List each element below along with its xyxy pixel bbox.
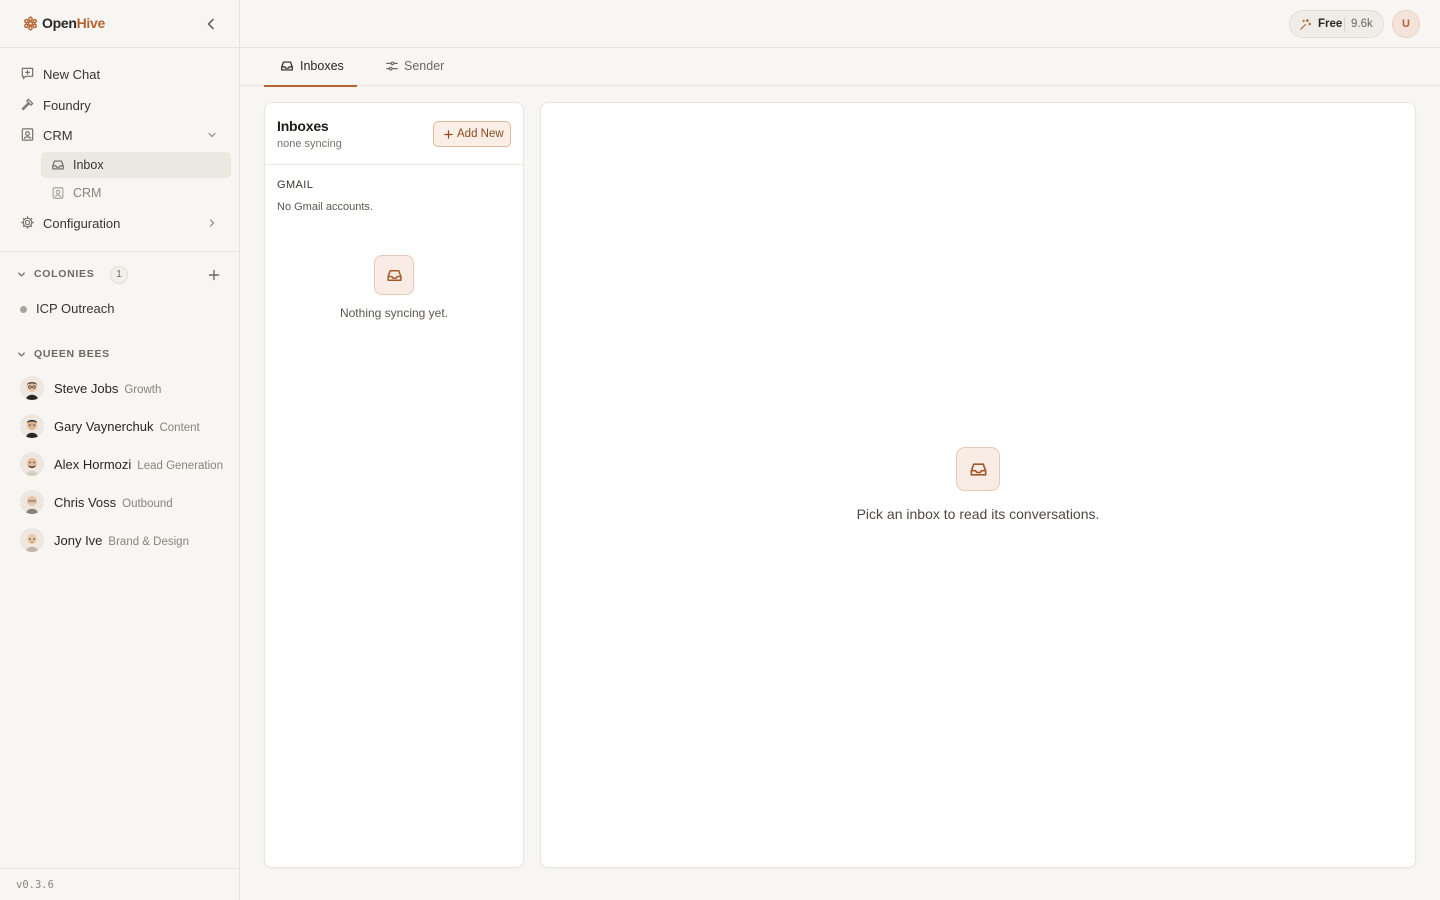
user-avatar[interactable]: U (1392, 10, 1420, 38)
conversation-reader-panel: Pick an inbox to read its conversations. (540, 102, 1416, 868)
collapse-sidebar-icon[interactable] (203, 16, 219, 32)
queen-bee-item[interactable]: Alex Hormozi Lead Generation (12, 450, 228, 480)
reader-empty-message: Pick an inbox to read its conversations. (856, 506, 1100, 522)
nav-configuration[interactable]: Configuration (12, 209, 228, 237)
queen-bees-section-header[interactable]: QUEEN BEES (16, 346, 226, 364)
inboxes-panel: Inboxes none syncing Add New GMAIL No Gm… (264, 102, 524, 868)
colony-item-label: ICP Outreach (36, 301, 115, 316)
queen-bee-item[interactable]: Chris Voss Outbound (12, 488, 228, 518)
chevron-right-icon (209, 219, 215, 227)
chevron-down-icon[interactable] (16, 349, 27, 360)
tab-bar: Inboxes Sender (240, 48, 1440, 87)
sidebar-item-inbox[interactable]: Inbox (41, 152, 231, 178)
queen-bee-name-text: Chris Voss (54, 495, 117, 510)
nav-new-chat[interactable]: New Chat (12, 60, 228, 88)
avatar (20, 376, 44, 400)
colonies-section-header[interactable]: COLONIES 1 (16, 266, 226, 284)
sidebar-item-crm[interactable]: CRM (41, 180, 231, 206)
tab-sender-label: Sender (404, 59, 445, 73)
sidebar: OpenHive New Chat Foundry CRM Inbox CRM … (0, 0, 240, 900)
colony-item[interactable]: ICP Outreach (12, 297, 228, 321)
nav-foundry[interactable]: Foundry (12, 91, 228, 119)
queen-bee-name: Chris Voss Outbound (54, 495, 173, 510)
gear-icon (21, 216, 34, 229)
nav-configuration-label: Configuration (43, 216, 121, 231)
queen-bee-role: Content (159, 422, 200, 434)
brand-name-part2: Hive (76, 15, 106, 31)
queen-bee-name: Jony Ive Brand & Design (54, 533, 189, 548)
avatar (20, 452, 44, 476)
inboxes-title: Inboxes (277, 118, 329, 134)
queen-bees-title: QUEEN BEES (34, 348, 110, 360)
provider-empty-message: No Gmail accounts. (277, 201, 373, 213)
reader-empty-illustration (956, 447, 1000, 491)
nav-foundry-label: Foundry (43, 98, 91, 113)
inbox-icon (281, 61, 293, 71)
avatar (20, 414, 44, 438)
inbox-icon (52, 160, 64, 170)
colonies-title: COLONIES (34, 268, 95, 280)
sidebar-divider (0, 251, 239, 252)
tab-inboxes-label: Inboxes (300, 59, 344, 73)
queen-bee-role: Growth (124, 384, 162, 396)
queen-bee-name: Gary Vaynerchuk Content (54, 419, 200, 434)
brand-header: OpenHive (0, 0, 239, 48)
tab-inboxes[interactable]: Inboxes (264, 48, 357, 87)
colonies-count-badge: 1 (110, 266, 128, 284)
version-footer: v0.3.6 (0, 868, 239, 900)
top-bar: Free 9.6k U (240, 0, 1440, 48)
queen-bee-name-text: Gary Vaynerchuk (54, 419, 154, 434)
plus-icon (444, 130, 453, 139)
sliders-icon (386, 61, 398, 71)
nav-new-chat-label: New Chat (43, 67, 101, 82)
brand-name-part1: Open (42, 15, 77, 31)
add-new-button[interactable]: Add New (433, 121, 511, 147)
nav-crm[interactable]: CRM (12, 121, 228, 149)
hammer-icon (21, 98, 34, 111)
queen-bee-item[interactable]: Jony Ive Brand & Design (12, 526, 228, 556)
chevron-down-icon (208, 132, 216, 138)
empty-state-message: Nothing syncing yet. (339, 306, 449, 320)
colony-status-dot (20, 306, 27, 313)
plan-credits-pill[interactable]: Free 9.6k (1289, 10, 1384, 38)
queen-bee-name-text: Alex Hormozi (54, 457, 132, 472)
queen-bee-role: Brand & Design (108, 536, 189, 548)
inbox-icon (387, 269, 402, 282)
sidebar-item-inbox-label: Inbox (73, 158, 104, 172)
chevron-down-icon[interactable] (16, 269, 27, 280)
queen-bee-item[interactable]: Gary Vaynerchuk Content (12, 412, 228, 442)
app-version: v0.3.6 (16, 879, 54, 891)
hive-logo-icon (24, 16, 37, 31)
inbox-icon (970, 463, 987, 476)
queen-bee-item[interactable]: Steve Jobs Growth (12, 374, 228, 404)
queen-bee-role: Outbound (122, 498, 173, 510)
credits-count: 9.6k (1351, 18, 1373, 30)
queen-bee-name: Steve Jobs Growth (54, 381, 161, 396)
add-new-label: Add New (457, 128, 504, 140)
add-colony-icon[interactable] (207, 268, 221, 282)
pill-separator (1344, 17, 1345, 32)
tab-sender[interactable]: Sender (370, 48, 460, 86)
sparkle-icon (1300, 18, 1312, 30)
brand-name[interactable]: OpenHive (42, 15, 105, 31)
plan-name: Free (1318, 18, 1343, 30)
nav-crm-label: CRM (43, 128, 73, 143)
sidebar-item-crm-label: CRM (73, 186, 102, 200)
avatar (20, 490, 44, 514)
provider-section-title: GMAIL (277, 179, 314, 191)
new-chat-icon (21, 67, 34, 80)
queen-bee-name: Alex Hormozi Lead Generation (54, 457, 223, 472)
contact-card-icon (52, 187, 64, 199)
queen-bee-name-text: Jony Ive (54, 533, 103, 548)
avatar (20, 528, 44, 552)
queen-bee-role: Lead Generation (137, 460, 223, 472)
queen-bee-name-text: Steve Jobs (54, 381, 119, 396)
inboxes-panel-header: Inboxes none syncing Add New (265, 103, 523, 165)
inboxes-subtitle: none syncing (277, 138, 342, 150)
contact-card-icon (21, 128, 34, 141)
empty-inbox-illustration (374, 255, 414, 295)
